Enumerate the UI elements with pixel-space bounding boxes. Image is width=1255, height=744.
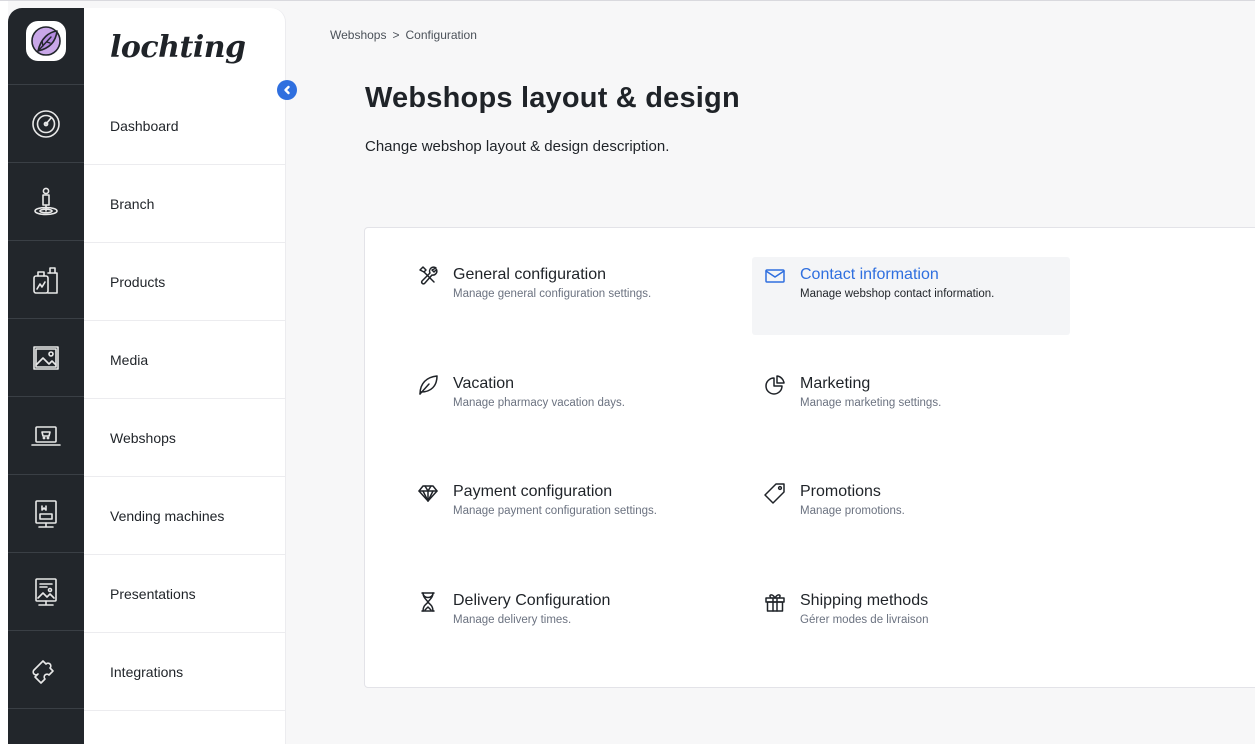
config-description: Manage payment configuration settings. xyxy=(453,505,657,517)
chevron-left-icon xyxy=(284,85,290,95)
breadcrumb: Webshops > Configuration xyxy=(330,28,477,42)
sidebar-item-vending-machines[interactable]: Vending machines xyxy=(84,478,285,555)
config-contact-information[interactable]: Contact information Manage webshop conta… xyxy=(752,257,1070,335)
rail-logo-item[interactable] xyxy=(8,8,84,85)
config-title: Vacation xyxy=(453,375,515,392)
gauge-icon xyxy=(32,110,60,138)
config-title: Payment configuration xyxy=(453,483,613,500)
rail-webshops-item[interactable] xyxy=(8,398,84,475)
config-description: Manage pharmacy vacation days. xyxy=(453,397,625,409)
page-description: Change webshop layout & design descripti… xyxy=(365,138,670,155)
rail-integrations-item[interactable] xyxy=(8,632,84,709)
laptop-cart-icon xyxy=(31,426,61,446)
config-delivery-configuration[interactable]: Delivery Configuration Manage delivery t… xyxy=(405,583,723,661)
breadcrumb-current: Configuration xyxy=(405,28,477,42)
config-description: Manage webshop contact information. xyxy=(800,288,995,300)
rail-products-item[interactable] xyxy=(8,242,84,319)
sidebar-item-presentations[interactable]: Presentations xyxy=(84,556,285,633)
diamond-icon xyxy=(417,482,439,504)
tools-icon xyxy=(417,265,439,287)
config-general-configuration[interactable]: General configuration Manage general con… xyxy=(405,257,723,335)
sidebar: lochting Dashboard Branch Products Media… xyxy=(84,8,285,744)
config-marketing[interactable]: Marketing Manage marketing settings. xyxy=(752,366,1070,444)
sidebar-item-branch[interactable]: Branch xyxy=(84,166,285,243)
config-title: Promotions xyxy=(800,483,881,500)
leaf-icon xyxy=(417,374,439,396)
config-title: Shipping methods xyxy=(800,592,929,609)
breadcrumb-webshops-link[interactable]: Webshops xyxy=(330,28,386,42)
breadcrumb-separator: > xyxy=(392,28,400,42)
config-description: Manage delivery times. xyxy=(453,614,572,626)
config-title: General configuration xyxy=(453,266,606,283)
page-title: Webshops layout & design xyxy=(365,82,740,114)
config-description: Manage marketing settings. xyxy=(800,397,942,409)
bottles-icon xyxy=(33,267,58,294)
config-payment-configuration[interactable]: Payment configuration Manage payment con… xyxy=(405,474,723,552)
sidebar-item-media[interactable]: Media xyxy=(84,322,285,399)
sidebar-item-products[interactable]: Products xyxy=(84,244,285,321)
tag-icon xyxy=(764,482,786,504)
pie-chart-icon xyxy=(764,374,786,396)
puzzle-icon xyxy=(32,660,54,684)
image-icon xyxy=(33,346,59,370)
envelope-icon xyxy=(764,265,786,287)
vending-machine-icon xyxy=(35,500,57,528)
config-shipping-methods[interactable]: Shipping methods Gérer modes de livraiso… xyxy=(752,583,1070,661)
presentation-icon xyxy=(35,578,57,606)
gift-icon xyxy=(764,591,786,613)
config-title: Contact information xyxy=(800,266,939,283)
sidebar-item-webshops[interactable]: Webshops xyxy=(84,400,285,477)
config-vacation[interactable]: Vacation Manage pharmacy vacation days. xyxy=(405,366,723,444)
sidebar-item-integrations[interactable]: Integrations xyxy=(84,634,285,711)
config-title: Delivery Configuration xyxy=(453,592,611,609)
location-person-icon xyxy=(34,187,58,216)
rail-presentations-item[interactable] xyxy=(8,554,84,631)
collapse-sidebar-button[interactable] xyxy=(277,80,297,100)
icon-rail xyxy=(8,8,84,744)
rail-branch-item[interactable] xyxy=(8,164,84,241)
config-promotions[interactable]: Promotions Manage promotions. xyxy=(752,474,1070,552)
config-description: Manage promotions. xyxy=(800,505,905,517)
rail-media-item[interactable] xyxy=(8,320,84,397)
lochting-logo-icon xyxy=(26,21,66,61)
hourglass-icon xyxy=(417,591,439,613)
window-edge xyxy=(0,0,8,744)
brand-logo[interactable]: lochting xyxy=(110,30,246,65)
top-border xyxy=(0,0,1255,1)
rail-dashboard-item[interactable] xyxy=(8,86,84,163)
config-description: Gérer modes de livraison xyxy=(800,614,929,626)
config-title: Marketing xyxy=(800,375,871,392)
sidebar-item-dashboard[interactable]: Dashboard xyxy=(84,88,285,165)
rail-vending-item[interactable] xyxy=(8,476,84,553)
config-card: General configuration Manage general con… xyxy=(364,227,1255,688)
config-description: Manage general configuration settings. xyxy=(453,288,652,300)
